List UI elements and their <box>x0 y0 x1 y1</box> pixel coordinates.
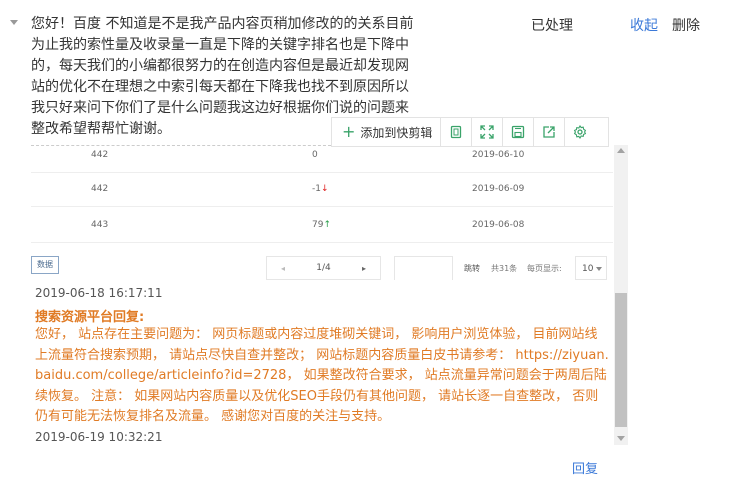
delete-link[interactable]: 删除 <box>672 15 700 35</box>
copy-button[interactable] <box>440 118 471 146</box>
clip-toolbar: + 添加到快剪辑 <box>331 117 609 147</box>
change-value: 79↑ <box>312 220 331 230</box>
scroll-up-icon[interactable] <box>617 148 625 153</box>
pagination: ◂ 1/4 ▸ <box>266 256 381 280</box>
jump-label: 跳转 <box>464 264 480 273</box>
page-indicator: 1/4 <box>316 263 331 273</box>
reply-button[interactable]: 回复 <box>572 458 598 477</box>
table-row: 442 0 2019-06-10 <box>31 145 613 173</box>
expand-caret-icon[interactable] <box>10 20 18 25</box>
prev-page-icon: ◂ <box>281 263 286 273</box>
change-value: -1↓ <box>312 184 329 194</box>
date-value: 2019-06-10 <box>472 150 525 160</box>
reply-body: 您好， 站点存在主要问题为： 网页标题或内容过度堆砌关键词， 影响用户浏览体验，… <box>35 327 609 424</box>
down-arrow-icon: ↓ <box>320 184 329 194</box>
page-jump-input <box>394 256 453 280</box>
next-page-icon: ▸ <box>361 263 366 273</box>
total-count: 共31条 <box>491 264 518 273</box>
collapse-link[interactable]: 收起 <box>630 15 658 35</box>
reply-timestamp: 2019-06-19 10:32:21 <box>35 430 163 444</box>
index-value: 442 <box>91 150 109 160</box>
settings-icon <box>574 125 587 139</box>
plus-icon: + <box>342 122 356 141</box>
chevron-down-icon <box>596 267 602 271</box>
share-button[interactable] <box>533 118 564 146</box>
index-value: 442 <box>91 184 109 194</box>
add-to-clip-button[interactable]: + 添加到快剪辑 <box>332 118 440 146</box>
per-page-label: 每页显示: <box>527 264 562 273</box>
embedded-screenshot: 442 0 2019-06-10 442 -1↓ 2019-06-09 443 … <box>31 145 613 280</box>
reply-title: 搜索资源平台回复: <box>35 310 145 325</box>
scroll-down-icon[interactable] <box>617 436 625 441</box>
scroll-thumb[interactable] <box>615 293 627 427</box>
question-timestamp: 2019-06-18 16:17:11 <box>35 286 163 300</box>
share-icon <box>543 126 556 138</box>
change-value: 0 <box>312 150 318 160</box>
save-button[interactable] <box>502 118 533 146</box>
up-arrow-icon: ↑ <box>323 220 331 230</box>
add-to-clip-label: 添加到快剪辑 <box>360 125 433 140</box>
vertical-scrollbar[interactable] <box>614 145 628 445</box>
table-row: 442 -1↓ 2019-06-09 <box>31 171 613 207</box>
status-label: 已处理 <box>531 18 573 34</box>
date-value: 2019-06-09 <box>472 184 525 194</box>
index-value: 443 <box>91 220 109 230</box>
settings-button[interactable] <box>564 118 595 146</box>
date-value: 2019-06-08 <box>472 220 525 230</box>
copy-icon <box>451 125 462 139</box>
expand-icon <box>480 125 495 139</box>
table-row: 443 79↑ 2019-06-08 <box>31 207 613 243</box>
expand-button[interactable] <box>471 118 502 146</box>
per-page-select: 10 <box>575 256 607 280</box>
save-icon <box>512 125 525 139</box>
export-data-button: 数据 <box>31 256 59 274</box>
